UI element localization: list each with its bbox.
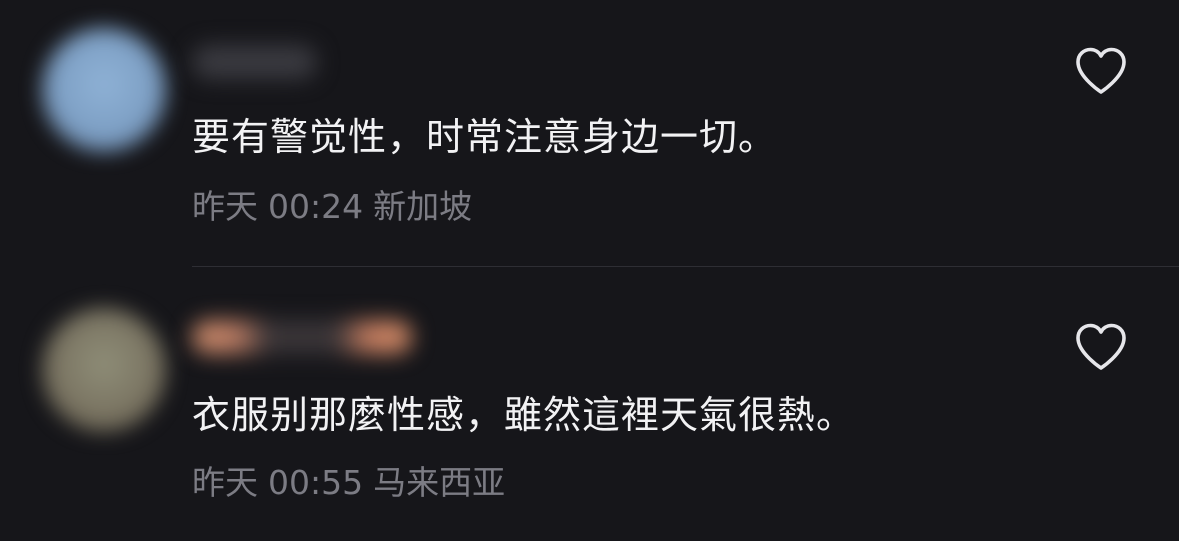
comment-item: 要有警觉性，时常注意身边一切。 昨天 00:24 新加坡: [0, 0, 1179, 268]
username-blurred[interactable]: [192, 320, 412, 354]
comment-date: 昨天: [192, 187, 258, 226]
comment-location: 马来西亚: [373, 463, 506, 502]
comment-item: 衣服别那麼性感，雖然這裡天氣很熱。 昨天 00:55 马来西亚: [0, 268, 1179, 541]
comment-time: 00:55: [268, 463, 364, 502]
comment-location: 新加坡: [373, 187, 473, 226]
avatar[interactable]: [42, 308, 166, 432]
comment-meta: 昨天 00:55 马来西亚: [192, 456, 505, 504]
comment-time: 00:24: [268, 187, 364, 226]
comment-list: 要有警觉性，时常注意身边一切。 昨天 00:24 新加坡 衣服别那麼性感，雖然這裡天…: [0, 0, 1179, 541]
divider: [192, 266, 1179, 267]
comment-date: 昨天: [192, 463, 258, 502]
heart-outline-icon[interactable]: [1074, 46, 1128, 96]
comment-meta: 昨天 00:24 新加坡: [192, 180, 472, 228]
avatar[interactable]: [42, 28, 166, 152]
heart-outline-icon[interactable]: [1074, 322, 1128, 372]
comment-text: 要有警觉性，时常注意身边一切。: [192, 115, 778, 159]
username-blurred[interactable]: [192, 45, 317, 79]
comment-text: 衣服别那麼性感，雖然這裡天氣很熱。: [192, 393, 856, 437]
